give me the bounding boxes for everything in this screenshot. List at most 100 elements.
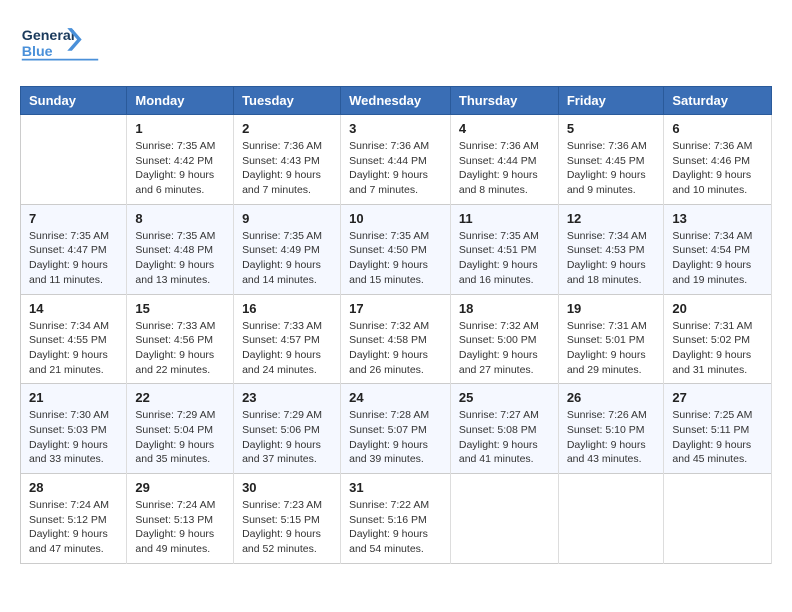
day-number: 1 bbox=[135, 121, 225, 136]
day-number: 31 bbox=[349, 480, 442, 495]
calendar-week-1: 1 Sunrise: 7:35 AMSunset: 4:42 PMDaylight… bbox=[21, 115, 772, 205]
day-info: Sunrise: 7:34 AMSunset: 4:54 PMDaylight:… bbox=[672, 229, 763, 288]
calendar-cell bbox=[664, 474, 772, 564]
calendar-cell bbox=[21, 115, 127, 205]
day-number: 6 bbox=[672, 121, 763, 136]
day-number: 20 bbox=[672, 301, 763, 316]
calendar-cell: 18Sunrise: 7:32 AMSunset: 5:00 PMDayligh… bbox=[450, 294, 558, 384]
day-info: Sunrise: 7:36 AMSunset: 4:46 PMDaylight:… bbox=[672, 139, 763, 198]
logo-svg: General Blue bbox=[20, 20, 100, 70]
day-number: 4 bbox=[459, 121, 550, 136]
calendar-cell bbox=[450, 474, 558, 564]
day-info: Sunrise: 7:31 AMSunset: 5:01 PMDaylight:… bbox=[567, 319, 656, 378]
col-header-saturday: Saturday bbox=[664, 87, 772, 115]
calendar-cell: 10 Sunrise: 7:35 AMSunset: 4:50 PMDayligh… bbox=[341, 204, 451, 294]
calendar-week-3: 14Sunrise: 7:34 AMSunset: 4:55 PMDayligh… bbox=[21, 294, 772, 384]
day-info: Sunrise: 7:35 AMSunset: 4:42 PMDaylight:… bbox=[135, 139, 225, 198]
calendar-cell: 9 Sunrise: 7:35 AMSunset: 4:49 PMDaylight… bbox=[234, 204, 341, 294]
day-info: Sunrise: 7:32 AMSunset: 5:00 PMDaylight:… bbox=[459, 319, 550, 378]
day-info: Sunrise: 7:35 AMSunset: 4:49 PMDaylight:… bbox=[242, 229, 332, 288]
day-info: Sunrise: 7:31 AMSunset: 5:02 PMDaylight:… bbox=[672, 319, 763, 378]
calendar-cell: 23 Sunrise: 7:29 AMSunset: 5:06 PMDayligh… bbox=[234, 384, 341, 474]
calendar-cell: 12 Sunrise: 7:34 AMSunset: 4:53 PMDayligh… bbox=[558, 204, 664, 294]
day-info: Sunrise: 7:35 AMSunset: 4:47 PMDaylight:… bbox=[29, 229, 118, 288]
day-number: 10 bbox=[349, 211, 442, 226]
calendar-cell: 17Sunrise: 7:32 AMSunset: 4:58 PMDayligh… bbox=[341, 294, 451, 384]
day-number: 28 bbox=[29, 480, 118, 495]
day-info: Sunrise: 7:24 AMSunset: 5:12 PMDaylight:… bbox=[29, 498, 118, 557]
day-info: Sunrise: 7:36 AMSunset: 4:44 PMDaylight:… bbox=[349, 139, 442, 198]
calendar-cell: 15 Sunrise: 7:33 AMSunset: 4:56 PMDayligh… bbox=[127, 294, 234, 384]
col-header-monday: Monday bbox=[127, 87, 234, 115]
day-info: Sunrise: 7:35 AMSunset: 4:50 PMDaylight:… bbox=[349, 229, 442, 288]
day-number: 7 bbox=[29, 211, 118, 226]
day-number: 24 bbox=[349, 390, 442, 405]
calendar-cell: 4Sunrise: 7:36 AMSunset: 4:44 PMDaylight… bbox=[450, 115, 558, 205]
day-number: 22 bbox=[135, 390, 225, 405]
col-header-tuesday: Tuesday bbox=[234, 87, 341, 115]
page-header: General Blue bbox=[20, 20, 772, 70]
calendar-cell: 24 Sunrise: 7:28 AMSunset: 5:07 PMDayligh… bbox=[341, 384, 451, 474]
calendar-cell: 8Sunrise: 7:35 AMSunset: 4:48 PMDaylight… bbox=[127, 204, 234, 294]
calendar-cell: 30 Sunrise: 7:23 AMSunset: 5:15 PMDayligh… bbox=[234, 474, 341, 564]
day-number: 15 bbox=[135, 301, 225, 316]
day-info: Sunrise: 7:24 AMSunset: 5:13 PMDaylight:… bbox=[135, 498, 225, 557]
calendar-week-4: 21 Sunrise: 7:30 AMSunset: 5:03 PMDayligh… bbox=[21, 384, 772, 474]
calendar-cell: 2 Sunrise: 7:36 AMSunset: 4:43 PMDaylight… bbox=[234, 115, 341, 205]
calendar-cell: 28 Sunrise: 7:24 AMSunset: 5:12 PMDayligh… bbox=[21, 474, 127, 564]
calendar-cell: 1 Sunrise: 7:35 AMSunset: 4:42 PMDaylight… bbox=[127, 115, 234, 205]
day-info: Sunrise: 7:28 AMSunset: 5:07 PMDaylight:… bbox=[349, 408, 442, 467]
calendar-cell: 26 Sunrise: 7:26 AMSunset: 5:10 PMDayligh… bbox=[558, 384, 664, 474]
day-info: Sunrise: 7:33 AMSunset: 4:56 PMDaylight:… bbox=[135, 319, 225, 378]
day-number: 11 bbox=[459, 211, 550, 226]
svg-text:Blue: Blue bbox=[22, 44, 53, 60]
day-info: Sunrise: 7:29 AMSunset: 5:06 PMDaylight:… bbox=[242, 408, 332, 467]
day-number: 9 bbox=[242, 211, 332, 226]
day-number: 13 bbox=[672, 211, 763, 226]
day-info: Sunrise: 7:33 AMSunset: 4:57 PMDaylight:… bbox=[242, 319, 332, 378]
calendar-week-2: 7 Sunrise: 7:35 AMSunset: 4:47 PMDaylight… bbox=[21, 204, 772, 294]
calendar-week-5: 28 Sunrise: 7:24 AMSunset: 5:12 PMDayligh… bbox=[21, 474, 772, 564]
day-number: 23 bbox=[242, 390, 332, 405]
day-number: 2 bbox=[242, 121, 332, 136]
svg-text:General: General bbox=[22, 28, 75, 44]
day-number: 30 bbox=[242, 480, 332, 495]
day-number: 12 bbox=[567, 211, 656, 226]
col-header-thursday: Thursday bbox=[450, 87, 558, 115]
day-info: Sunrise: 7:23 AMSunset: 5:15 PMDaylight:… bbox=[242, 498, 332, 557]
day-info: Sunrise: 7:27 AMSunset: 5:08 PMDaylight:… bbox=[459, 408, 550, 467]
day-number: 14 bbox=[29, 301, 118, 316]
col-header-wednesday: Wednesday bbox=[341, 87, 451, 115]
col-header-friday: Friday bbox=[558, 87, 664, 115]
day-info: Sunrise: 7:30 AMSunset: 5:03 PMDaylight:… bbox=[29, 408, 118, 467]
day-info: Sunrise: 7:32 AMSunset: 4:58 PMDaylight:… bbox=[349, 319, 442, 378]
day-info: Sunrise: 7:36 AMSunset: 4:45 PMDaylight:… bbox=[567, 139, 656, 198]
calendar-header-row: SundayMondayTuesdayWednesdayThursdayFrid… bbox=[21, 87, 772, 115]
day-number: 16 bbox=[242, 301, 332, 316]
calendar-table: SundayMondayTuesdayWednesdayThursdayFrid… bbox=[20, 86, 772, 564]
day-info: Sunrise: 7:29 AMSunset: 5:04 PMDaylight:… bbox=[135, 408, 225, 467]
day-info: Sunrise: 7:26 AMSunset: 5:10 PMDaylight:… bbox=[567, 408, 656, 467]
calendar-cell: 3Sunrise: 7:36 AMSunset: 4:44 PMDaylight… bbox=[341, 115, 451, 205]
day-info: Sunrise: 7:22 AMSunset: 5:16 PMDaylight:… bbox=[349, 498, 442, 557]
day-number: 5 bbox=[567, 121, 656, 136]
day-number: 26 bbox=[567, 390, 656, 405]
calendar-cell: 20 Sunrise: 7:31 AMSunset: 5:02 PMDayligh… bbox=[664, 294, 772, 384]
day-number: 19 bbox=[567, 301, 656, 316]
day-number: 8 bbox=[135, 211, 225, 226]
day-info: Sunrise: 7:35 AMSunset: 4:51 PMDaylight:… bbox=[459, 229, 550, 288]
day-number: 29 bbox=[135, 480, 225, 495]
calendar-cell: 13 Sunrise: 7:34 AMSunset: 4:54 PMDayligh… bbox=[664, 204, 772, 294]
day-info: Sunrise: 7:25 AMSunset: 5:11 PMDaylight:… bbox=[672, 408, 763, 467]
day-info: Sunrise: 7:34 AMSunset: 4:53 PMDaylight:… bbox=[567, 229, 656, 288]
day-number: 25 bbox=[459, 390, 550, 405]
col-header-sunday: Sunday bbox=[21, 87, 127, 115]
calendar-cell: 25 Sunrise: 7:27 AMSunset: 5:08 PMDayligh… bbox=[450, 384, 558, 474]
day-info: Sunrise: 7:36 AMSunset: 4:43 PMDaylight:… bbox=[242, 139, 332, 198]
day-number: 21 bbox=[29, 390, 118, 405]
calendar-cell: 27Sunrise: 7:25 AMSunset: 5:11 PMDayligh… bbox=[664, 384, 772, 474]
calendar-cell: 19 Sunrise: 7:31 AMSunset: 5:01 PMDayligh… bbox=[558, 294, 664, 384]
calendar-cell bbox=[558, 474, 664, 564]
calendar-cell: 22 Sunrise: 7:29 AMSunset: 5:04 PMDayligh… bbox=[127, 384, 234, 474]
logo: General Blue bbox=[20, 20, 100, 70]
